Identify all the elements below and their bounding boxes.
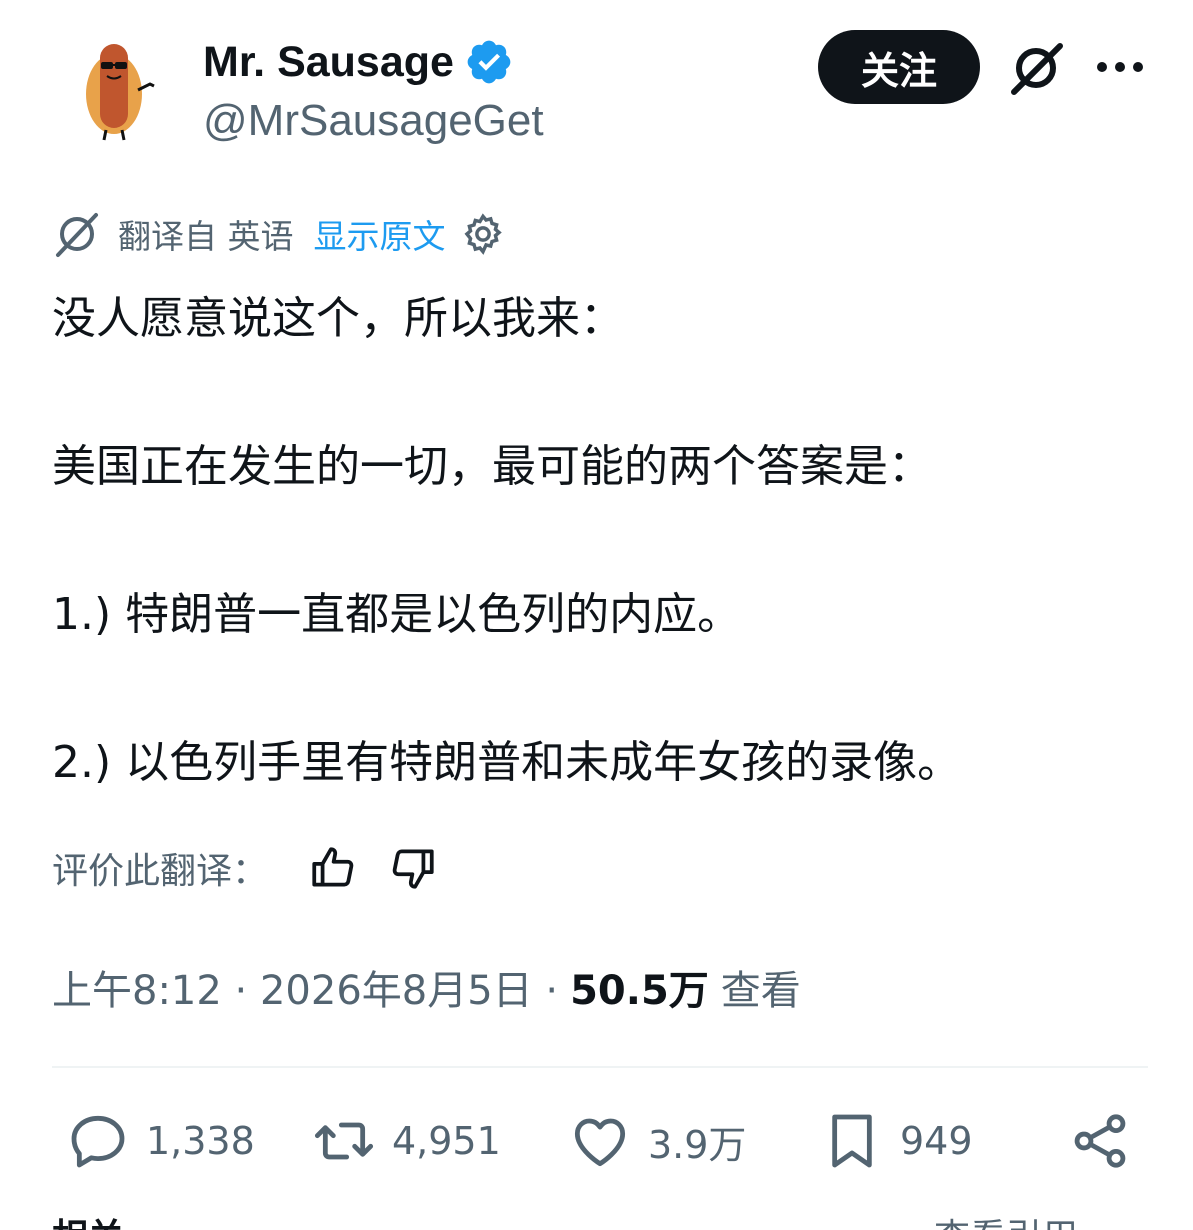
like-count: 3.9万 xyxy=(648,1122,747,1167)
tweet-timestamp[interactable]: 上午8:12 · 2026年8月5日 · xyxy=(52,958,558,1016)
gear-icon[interactable] xyxy=(460,211,506,257)
verified-badge-icon xyxy=(467,40,511,84)
reply-button[interactable]: 1,338 xyxy=(66,1108,255,1174)
translation-info-row: 翻译自 英语 显示原文 xyxy=(52,208,506,260)
tweet-meta: 上午8:12 · 2026年8月5日 · 50.5万 查看 xyxy=(52,958,801,1016)
author-display-name[interactable]: Mr. Sausage xyxy=(203,38,454,87)
tweet-text-line: 没人愿意说这个，所以我来： xyxy=(52,293,624,344)
tweet-text-line: 2.) 以色列手里有特朗普和未成年女孩的录像。 xyxy=(52,737,962,788)
bookmark-button[interactable]: 949 xyxy=(820,1108,973,1174)
view-quotes-link[interactable]: 查看引用 › xyxy=(934,1208,1104,1230)
more-icon[interactable] xyxy=(1094,50,1146,84)
show-original-link[interactable]: 显示原文 xyxy=(314,210,446,258)
retweet-count: 4,951 xyxy=(392,1119,501,1163)
follow-button[interactable]: 关注 xyxy=(818,30,980,104)
thumbs-up-icon[interactable] xyxy=(308,843,358,893)
bookmark-count: 949 xyxy=(900,1119,973,1163)
divider xyxy=(52,1066,1148,1068)
retweet-button[interactable]: 4,951 xyxy=(312,1108,501,1174)
views-count: 50.5万 xyxy=(570,968,709,1014)
grok-translate-icon xyxy=(56,213,98,257)
like-button[interactable]: 3.9万 xyxy=(568,1108,746,1174)
reply-count: 1,338 xyxy=(146,1119,255,1163)
bookmark-icon xyxy=(832,1114,872,1168)
share-button[interactable] xyxy=(1068,1108,1132,1174)
translated-from-label: 翻译自 英语 xyxy=(118,217,294,256)
rate-translation-label: 评价此翻译： xyxy=(52,851,269,892)
tweet-text-line: 1.) 特朗普一直都是以色列的内应。 xyxy=(52,589,742,640)
grok-icon[interactable] xyxy=(1006,40,1066,96)
reply-icon xyxy=(71,1115,125,1168)
retweet-icon xyxy=(314,1122,374,1160)
views-label: 查看 xyxy=(720,968,801,1014)
avatar[interactable] xyxy=(70,36,162,142)
heart-icon xyxy=(574,1118,626,1167)
author-handle[interactable]: @MrSausageGet xyxy=(203,96,544,146)
author-name-row[interactable]: Mr. Sausage xyxy=(203,36,514,88)
tweet-text-line: 美国正在发生的一切，最可能的两个答案是： xyxy=(52,441,932,492)
share-icon xyxy=(1074,1114,1126,1168)
related-section-label: 相关 xyxy=(52,1208,124,1230)
thumbs-down-icon[interactable] xyxy=(388,843,438,893)
rate-translation-row: 评价此翻译： xyxy=(52,842,468,894)
